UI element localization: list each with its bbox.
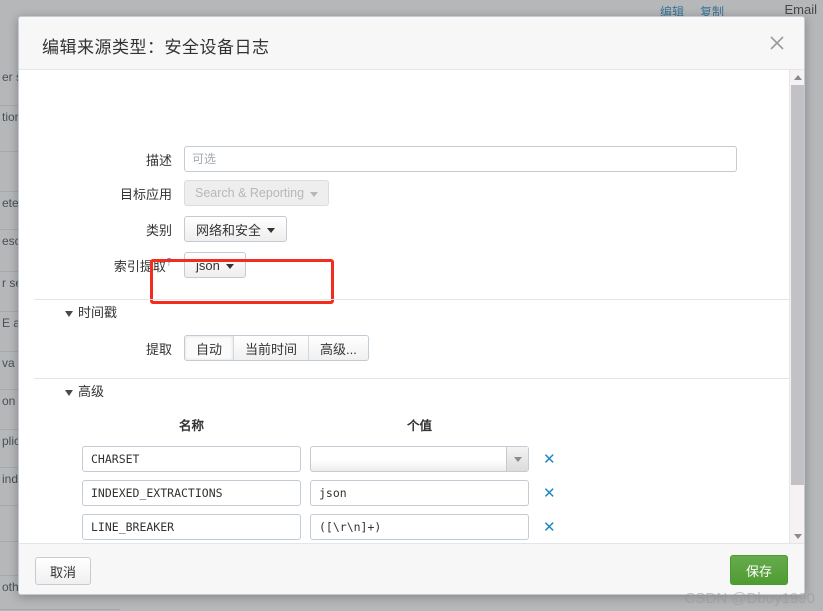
modal-footer: 取消 保存 <box>19 543 804 594</box>
property-value-combobox[interactable] <box>310 446 529 472</box>
property-name-input[interactable] <box>82 480 301 506</box>
property-value-input[interactable] <box>310 514 529 540</box>
category-dropdown[interactable]: 网络和安全 <box>184 216 288 242</box>
modal-body-scrollbar[interactable] <box>789 70 804 543</box>
column-header-value: 个值 <box>406 419 432 433</box>
edit-sourcetype-modal: 编辑来源类型：安全设备日志 描述 目标应用 Search & Reporting… <box>18 16 805 595</box>
table-row: ✕ <box>82 480 556 506</box>
property-value-input[interactable] <box>310 480 529 506</box>
modal-body: 描述 目标应用 Search & Reporting 类别 网络和安全 索引提取… <box>19 70 804 543</box>
property-name-input[interactable] <box>82 446 301 472</box>
divider-2 <box>34 378 792 379</box>
description-label: 描述 <box>145 152 172 168</box>
field-row-timestamp-extract: 提取 自动 当前时间 高级... <box>94 335 369 361</box>
modal-title: 编辑来源类型：安全设备日志 <box>42 38 270 57</box>
field-row-indexed-extraction: 索引提取? json <box>94 252 246 278</box>
section-header-advanced[interactable]: 高级 <box>65 381 104 400</box>
indexed-extraction-dropdown[interactable]: json <box>184 252 246 278</box>
chevron-down-icon <box>225 263 234 269</box>
target-app-dropdown: Search & Reporting <box>184 180 330 206</box>
indexed-extraction-label-text: 索引提取 <box>113 258 166 274</box>
timestamp-option-advanced[interactable]: 高级... <box>309 336 368 360</box>
table-row: ✕ <box>82 446 556 472</box>
field-row-category: 类别 网络和安全 <box>94 216 288 242</box>
category-label: 类别 <box>145 222 172 238</box>
delete-row-icon[interactable]: ✕ <box>543 520 556 535</box>
cancel-button[interactable]: 取消 <box>35 557 92 585</box>
delete-row-icon[interactable]: ✕ <box>543 486 556 501</box>
column-header-name: 名称 <box>178 419 204 433</box>
chevron-down-icon[interactable] <box>506 447 528 471</box>
field-row-description: 描述 <box>94 146 737 172</box>
field-row-target-app: 目标应用 Search & Reporting <box>94 180 330 206</box>
chevron-down-icon <box>310 191 319 197</box>
section-title-advanced: 高级 <box>78 384 105 399</box>
save-button[interactable]: 保存 <box>729 555 788 585</box>
indexed-extraction-label: 索引提取? <box>94 256 184 275</box>
section-header-timestamp[interactable]: 时间戳 <box>65 302 117 321</box>
category-value: 网络和安全 <box>196 222 262 238</box>
timestamp-extract-label: 提取 <box>145 341 172 357</box>
question-mark-icon[interactable]: ? <box>166 256 172 268</box>
section-title-timestamp: 时间戳 <box>78 305 118 320</box>
property-name-input[interactable] <box>82 514 301 540</box>
description-input[interactable] <box>184 146 737 172</box>
triangle-down-icon[interactable] <box>790 529 804 543</box>
delete-row-icon[interactable]: ✕ <box>543 452 556 467</box>
table-row: ✕ <box>82 514 556 540</box>
timestamp-option-auto[interactable]: 自动 <box>185 336 235 360</box>
divider-1 <box>34 299 792 300</box>
triangle-up-icon[interactable] <box>790 70 804 84</box>
scrollbar-thumb[interactable] <box>791 85 804 485</box>
close-icon[interactable] <box>766 32 788 54</box>
indexed-extraction-value: json <box>196 257 220 273</box>
modal-header: 编辑来源类型：安全设备日志 <box>19 17 804 70</box>
target-app-label: 目标应用 <box>119 186 172 202</box>
chevron-down-icon <box>65 310 73 317</box>
chevron-down-icon <box>267 227 276 233</box>
timestamp-option-current-time[interactable]: 当前时间 <box>234 336 310 360</box>
target-app-value: Search & Reporting <box>195 186 305 200</box>
timestamp-extract-segmented-control: 自动 当前时间 高级... <box>184 335 369 361</box>
chevron-down-icon <box>65 389 73 396</box>
